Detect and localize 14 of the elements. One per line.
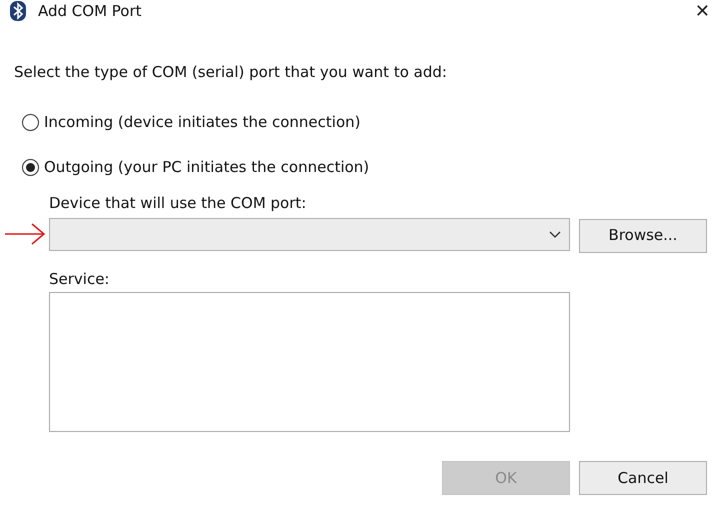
instruction-text: Select the type of COM (serial) port that you want to add: [14, 62, 448, 83]
radio-button[interactable] [22, 158, 39, 176]
service-label: Service: [49, 268, 110, 288]
radio-button[interactable] [22, 114, 39, 130]
radio-option[interactable]: Outgoing (your PC initiates the connection) [22, 156, 370, 178]
arrow-icon [4, 222, 46, 246]
browse-button[interactable]: Browse... [579, 218, 707, 252]
device-label: Device that will use the COM port: [49, 193, 306, 213]
radio-option[interactable]: Incoming (device initiates the connection) [22, 111, 360, 133]
close-button[interactable]: ✕ [690, 1, 714, 23]
bluetooth-icon [10, 1, 26, 21]
window-title: Add COM Port [38, 1, 142, 21]
cancel-button[interactable]: Cancel [579, 461, 707, 495]
chevron-icon [549, 230, 561, 238]
